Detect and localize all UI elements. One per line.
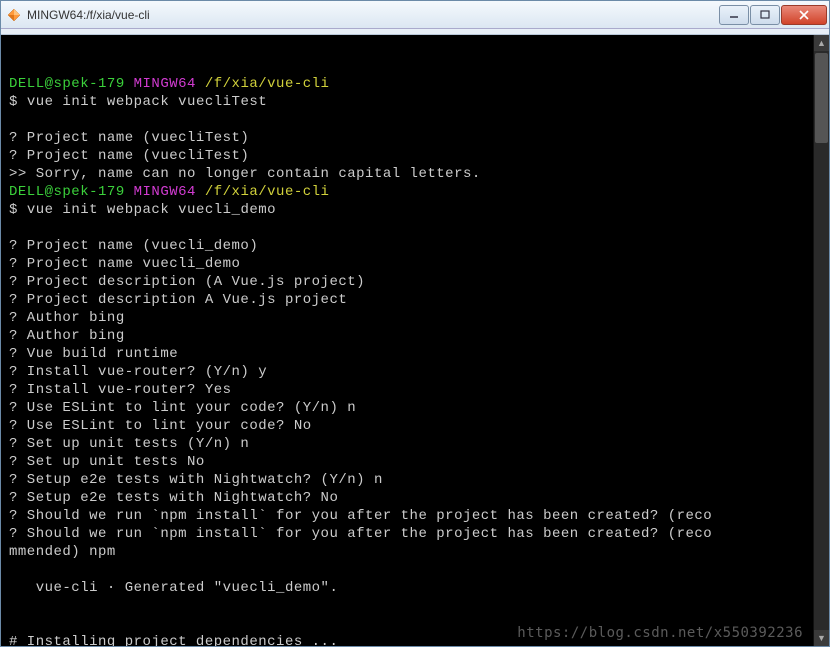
scroll-down-button[interactable]: ▼ — [814, 630, 829, 646]
output-line: ? Project name (vuecliTest) — [9, 130, 249, 146]
prompt-symbol: $ — [9, 94, 27, 110]
prompt-line: DELL@spek-179 MINGW64 /f/xia/vue-cli — [9, 184, 329, 200]
output-line: ? Author bing — [9, 310, 125, 326]
prompt-symbol: $ — [9, 202, 27, 218]
command-text: vue init webpack vuecli_demo — [27, 202, 276, 218]
blank-line — [9, 220, 18, 236]
output-line: ? Set up unit tests No — [9, 454, 205, 470]
output-line: ? Vue build runtime — [9, 346, 178, 362]
blank-line — [9, 112, 18, 128]
output-line: vue-cli · Generated "vuecli_demo". — [9, 580, 338, 596]
minimize-button[interactable] — [719, 5, 749, 25]
window-titlebar[interactable]: MINGW64:/f/xia/vue-cli — [1, 1, 829, 29]
maximize-button[interactable] — [750, 5, 780, 25]
command-line: $ vue init webpack vuecli_demo — [9, 202, 276, 218]
output-line: ? Install vue-router? Yes — [9, 382, 232, 398]
output-line: ? Project name vuecli_demo — [9, 256, 240, 272]
command-text: vue init webpack vuecliTest — [27, 94, 267, 110]
output-line: ? Set up unit tests (Y/n) n — [9, 436, 249, 452]
scroll-track[interactable] — [814, 51, 829, 630]
output-line: ? Should we run `npm install` for you af… — [9, 508, 712, 524]
window-controls — [719, 5, 827, 25]
blank-line — [9, 58, 18, 74]
output-line: ? Use ESLint to lint your code? (Y/n) n — [9, 400, 356, 416]
close-button[interactable] — [781, 5, 827, 25]
output-line: ? Should we run `npm install` for you af… — [9, 526, 712, 542]
output-line: mmended) npm — [9, 544, 116, 560]
watermark-text: https://blog.csdn.net/x550392236 — [517, 624, 803, 642]
prompt-path: /f/xia/vue-cli — [205, 184, 330, 200]
prompt-user-host: DELL@spek-179 — [9, 76, 125, 92]
output-line: ? Project name (vuecliTest) — [9, 148, 249, 164]
prompt-env: MINGW64 — [134, 76, 196, 92]
output-line: ? Project description (A Vue.js project) — [9, 274, 365, 290]
terminal-content[interactable]: DELL@spek-179 MINGW64 /f/xia/vue-cli $ v… — [1, 35, 813, 646]
prompt-path: /f/xia/vue-cli — [205, 76, 330, 92]
output-line: ? Install vue-router? (Y/n) y — [9, 364, 267, 380]
prompt-env: MINGW64 — [134, 184, 196, 200]
command-line: $ vue init webpack vuecliTest — [9, 94, 267, 110]
output-line: ? Author bing — [9, 328, 125, 344]
output-line: ? Setup e2e tests with Nightwatch? (Y/n)… — [9, 472, 383, 488]
window-title: MINGW64:/f/xia/vue-cli — [27, 8, 719, 22]
vertical-scrollbar[interactable]: ▲ ▼ — [813, 35, 829, 646]
scroll-thumb[interactable] — [815, 53, 828, 143]
scroll-up-button[interactable]: ▲ — [814, 35, 829, 51]
output-line: >> Sorry, name can no longer contain cap… — [9, 166, 481, 182]
output-line: ? Project description A Vue.js project — [9, 292, 347, 308]
prompt-user-host: DELL@spek-179 — [9, 184, 125, 200]
output-line: ? Project name (vuecli_demo) — [9, 238, 258, 254]
output-line: # Installing project dependencies ... — [9, 634, 338, 646]
app-icon — [7, 8, 21, 22]
output-line: ? Setup e2e tests with Nightwatch? No — [9, 490, 338, 506]
terminal-window: MINGW64:/f/xia/vue-cli DELL@spek-179 MIN… — [0, 0, 830, 647]
output-line: ? Use ESLint to lint your code? No — [9, 418, 312, 434]
prompt-line: DELL@spek-179 MINGW64 /f/xia/vue-cli — [9, 76, 329, 92]
